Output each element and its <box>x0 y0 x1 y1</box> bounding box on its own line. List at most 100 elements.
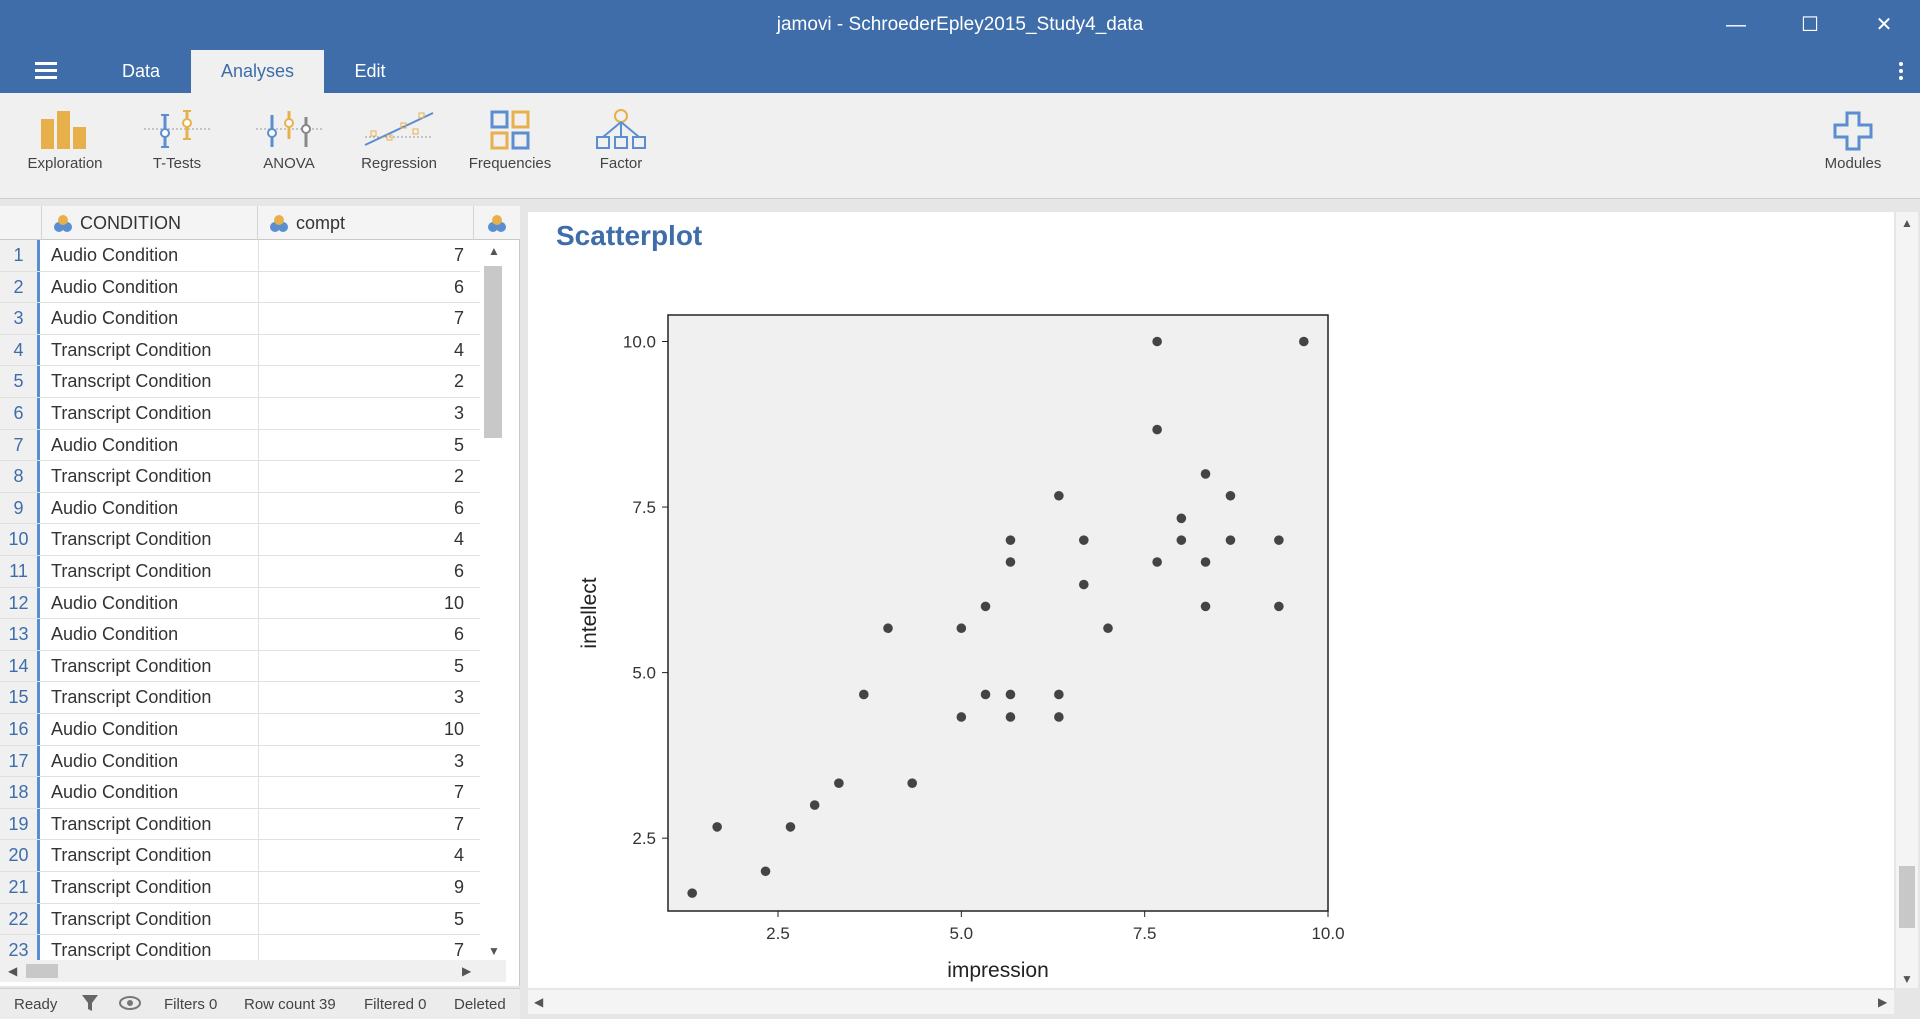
row-number[interactable]: 6 <box>0 398 40 429</box>
cell-condition[interactable]: Audio Condition <box>51 588 257 619</box>
table-row[interactable]: 8 Transcript Condition 2 <box>0 461 480 493</box>
row-number[interactable]: 20 <box>0 840 40 871</box>
cell-compt[interactable]: 4 <box>258 840 464 872</box>
cell-condition[interactable]: Audio Condition <box>51 714 257 745</box>
cell-condition[interactable]: Transcript Condition <box>51 461 257 492</box>
cell-compt[interactable]: 4 <box>258 334 464 366</box>
cell-condition[interactable]: Transcript Condition <box>51 904 257 935</box>
table-row[interactable]: 6 Transcript Condition 3 <box>0 398 480 430</box>
row-number[interactable]: 9 <box>0 492 40 524</box>
frequencies-button[interactable]: Frequencies <box>455 109 565 191</box>
table-row[interactable]: 23 Transcript Condition 7 <box>0 935 480 960</box>
cell-compt[interactable]: 5 <box>258 429 464 461</box>
row-number[interactable]: 17 <box>0 745 40 777</box>
cell-compt[interactable]: 9 <box>258 872 464 903</box>
table-row[interactable]: 18 Audio Condition 7 <box>0 777 480 809</box>
column-header-condition[interactable]: CONDITION <box>42 206 258 240</box>
cell-condition[interactable]: Audio Condition <box>51 746 257 777</box>
scroll-up-icon[interactable]: ▲ <box>488 244 500 258</box>
row-number[interactable]: 4 <box>0 334 40 366</box>
column-header-next[interactable] <box>476 206 520 240</box>
row-number[interactable]: 18 <box>0 777 40 808</box>
cell-condition[interactable]: Transcript Condition <box>51 556 257 587</box>
table-row[interactable]: 19 Transcript Condition 7 <box>0 808 480 841</box>
cell-compt[interactable]: 6 <box>258 492 464 524</box>
row-number[interactable]: 19 <box>0 808 40 840</box>
cell-condition[interactable]: Transcript Condition <box>51 935 257 960</box>
cell-condition[interactable]: Transcript Condition <box>51 335 257 366</box>
table-row[interactable]: 7 Audio Condition 5 <box>0 429 480 462</box>
table-row[interactable]: 16 Audio Condition 10 <box>0 714 480 746</box>
cell-condition[interactable]: Transcript Condition <box>51 840 257 871</box>
row-number[interactable]: 5 <box>0 366 40 397</box>
row-number[interactable]: 23 <box>0 935 40 960</box>
table-row[interactable]: 11 Transcript Condition 6 <box>0 556 480 588</box>
cell-compt[interactable]: 10 <box>258 587 464 619</box>
row-number[interactable]: 11 <box>0 556 40 587</box>
row-number[interactable]: 7 <box>0 429 40 461</box>
cell-condition[interactable]: Transcript Condition <box>51 682 257 713</box>
scroll-right-icon[interactable]: ▶ <box>462 964 471 978</box>
cell-compt[interactable]: 6 <box>258 271 464 303</box>
data-horizontal-scrollbar[interactable]: ◀ ▶ <box>0 960 506 982</box>
results-horizontal-scrollbar[interactable]: ◀ ▶ <box>528 990 1894 1014</box>
scroll-down-icon[interactable]: ▼ <box>1901 972 1913 986</box>
maximize-button[interactable]: ☐ <box>1790 10 1830 40</box>
column-header-compt[interactable]: compt <box>258 206 474 240</box>
table-row[interactable]: 13 Audio Condition 6 <box>0 619 480 651</box>
tab-data[interactable]: Data <box>98 50 184 93</box>
table-row[interactable]: 10 Transcript Condition 4 <box>0 524 480 556</box>
anova-button[interactable]: ANOVA <box>234 109 344 191</box>
scroll-up-icon[interactable]: ▲ <box>1901 216 1913 230</box>
scroll-down-icon[interactable]: ▼ <box>488 944 500 958</box>
table-row[interactable]: 20 Transcript Condition 4 <box>0 840 480 872</box>
scrollbar-thumb[interactable] <box>1899 866 1915 928</box>
eye-icon[interactable] <box>118 994 142 1016</box>
cell-compt[interactable]: 7 <box>258 935 464 960</box>
cell-compt[interactable]: 6 <box>258 556 464 587</box>
exploration-button[interactable]: Exploration <box>10 109 120 191</box>
row-number[interactable]: 2 <box>0 271 40 303</box>
row-number[interactable]: 1 <box>0 240 40 271</box>
table-row[interactable]: 3 Audio Condition 7 <box>0 303 480 335</box>
cell-condition[interactable]: Audio Condition <box>51 493 257 524</box>
cell-compt[interactable]: 2 <box>258 366 464 398</box>
table-row[interactable]: 9 Audio Condition 6 <box>0 492 480 525</box>
cell-condition[interactable]: Audio Condition <box>51 272 257 303</box>
cell-compt[interactable]: 7 <box>258 777 464 809</box>
cell-compt[interactable]: 2 <box>258 461 464 493</box>
cell-compt[interactable]: 5 <box>258 903 464 935</box>
cell-compt[interactable]: 7 <box>258 808 464 840</box>
results-vertical-scrollbar[interactable]: ▲ ▼ <box>1896 212 1918 988</box>
scroll-left-icon[interactable]: ◀ <box>8 964 17 978</box>
row-number[interactable]: 10 <box>0 524 40 555</box>
table-row[interactable]: 2 Audio Condition 6 <box>0 271 480 304</box>
cell-condition[interactable]: Audio Condition <box>51 430 257 461</box>
regression-button[interactable]: Regression <box>344 109 454 191</box>
data-vertical-scrollbar[interactable]: ▲ ▼ <box>482 244 504 960</box>
table-row[interactable]: 12 Audio Condition 10 <box>0 587 480 620</box>
tab-analyses[interactable]: Analyses <box>191 50 324 93</box>
modules-button[interactable]: Modules <box>1798 109 1908 191</box>
row-number[interactable]: 22 <box>0 903 40 935</box>
hamburger-menu-icon[interactable] <box>30 62 62 84</box>
cell-condition[interactable]: Audio Condition <box>51 777 257 808</box>
cell-compt[interactable]: 3 <box>258 745 464 777</box>
row-number[interactable]: 14 <box>0 650 40 682</box>
cell-compt[interactable]: 3 <box>258 682 464 714</box>
row-number[interactable]: 13 <box>0 619 40 650</box>
cell-compt[interactable]: 7 <box>258 240 464 271</box>
scrollbar-thumb[interactable] <box>484 266 502 438</box>
row-number[interactable]: 21 <box>0 872 40 903</box>
scroll-right-icon[interactable]: ▶ <box>1878 995 1887 1009</box>
cell-condition[interactable]: Audio Condition <box>51 619 257 650</box>
cell-condition[interactable]: Transcript Condition <box>51 524 257 555</box>
row-number[interactable]: 15 <box>0 682 40 713</box>
table-row[interactable]: 5 Transcript Condition 2 <box>0 366 480 398</box>
row-number[interactable]: 3 <box>0 303 40 334</box>
cell-compt[interactable]: 3 <box>258 398 464 429</box>
row-number[interactable]: 16 <box>0 714 40 745</box>
cell-compt[interactable]: 5 <box>258 650 464 682</box>
table-row[interactable]: 17 Audio Condition 3 <box>0 745 480 778</box>
table-row[interactable]: 15 Transcript Condition 3 <box>0 682 480 714</box>
